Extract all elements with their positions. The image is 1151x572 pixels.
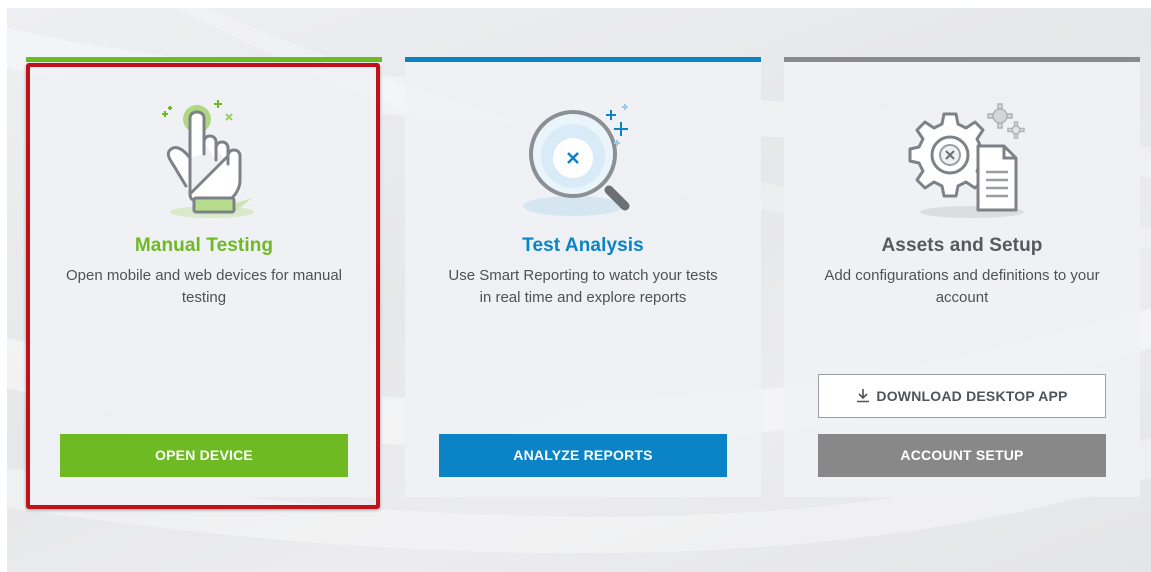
gear-document-icon <box>908 103 1025 218</box>
test-analysis-card[interactable]: Test Analysis Use Smart Reporting to wat… <box>405 57 761 497</box>
download-icon <box>857 389 870 403</box>
manual-testing-card[interactable]: Manual Testing Open mobile and web devic… <box>26 57 382 497</box>
card-title: Test Analysis <box>522 235 644 256</box>
dashboard-background: Manual Testing Open mobile and web devic… <box>7 8 1151 572</box>
download-label: DOWNLOAD DESKTOP APP <box>876 388 1068 404</box>
hand-tap-icon <box>162 100 254 218</box>
card-title: Manual Testing <box>134 235 274 256</box>
card-accent-bar <box>26 57 382 62</box>
card-accent-bar <box>405 57 761 62</box>
download-desktop-app-button[interactable]: DOWNLOAD DESKTOP APP <box>818 374 1106 418</box>
card-description: Add configurations and definitions to yo… <box>824 267 1100 306</box>
card-description: Open mobile and web devices for manual t… <box>66 267 342 306</box>
page: Manual Testing Open mobile and web devic… <box>0 0 1151 572</box>
analyze-reports-button[interactable]: ANALYZE REPORTS <box>439 434 727 477</box>
card-accent-bar <box>784 57 1140 62</box>
card-description: Use Smart Reporting to watch your tests … <box>448 267 718 306</box>
assets-and-setup-card[interactable]: Assets and Setup Add configurations and … <box>784 57 1140 497</box>
magnifier-icon <box>523 104 630 216</box>
account-setup-button[interactable]: ACCOUNT SETUP <box>818 434 1106 477</box>
card-title: Assets and Setup <box>881 235 1043 256</box>
open-device-button[interactable]: OPEN DEVICE <box>60 434 348 477</box>
